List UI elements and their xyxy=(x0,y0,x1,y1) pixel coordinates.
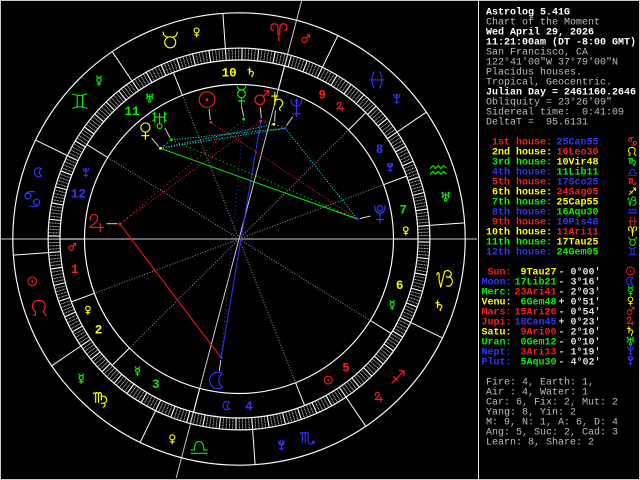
svg-text:12th house:: 12th house: xyxy=(486,247,552,259)
svg-text:8: 8 xyxy=(376,143,384,157)
svg-text:1: 1 xyxy=(71,263,79,277)
svg-text:- 4°02': - 4°02' xyxy=(559,356,601,368)
svg-text:7: 7 xyxy=(400,204,408,218)
svg-text:11: 11 xyxy=(124,105,139,119)
svg-text:9: 9 xyxy=(319,89,327,103)
svg-text:DeltaT = 95.6131: DeltaT = 95.6131 xyxy=(486,117,588,129)
svg-text:2: 2 xyxy=(95,324,103,338)
svg-text:10: 10 xyxy=(222,67,237,81)
svg-text:12: 12 xyxy=(71,188,86,202)
svg-text:5: 5 xyxy=(342,362,350,376)
svg-text:4: 4 xyxy=(245,400,253,414)
svg-text:24Gem05: 24Gem05 xyxy=(557,248,599,259)
svg-text:5Aqu30: 5Aqu30 xyxy=(515,357,557,368)
svg-text:Plut:: Plut: xyxy=(482,356,512,368)
svg-text:Learn: 8, Share: 2: Learn: 8, Share: 2 xyxy=(486,437,594,449)
svg-text:6: 6 xyxy=(396,279,404,293)
svg-text:3: 3 xyxy=(152,378,160,392)
